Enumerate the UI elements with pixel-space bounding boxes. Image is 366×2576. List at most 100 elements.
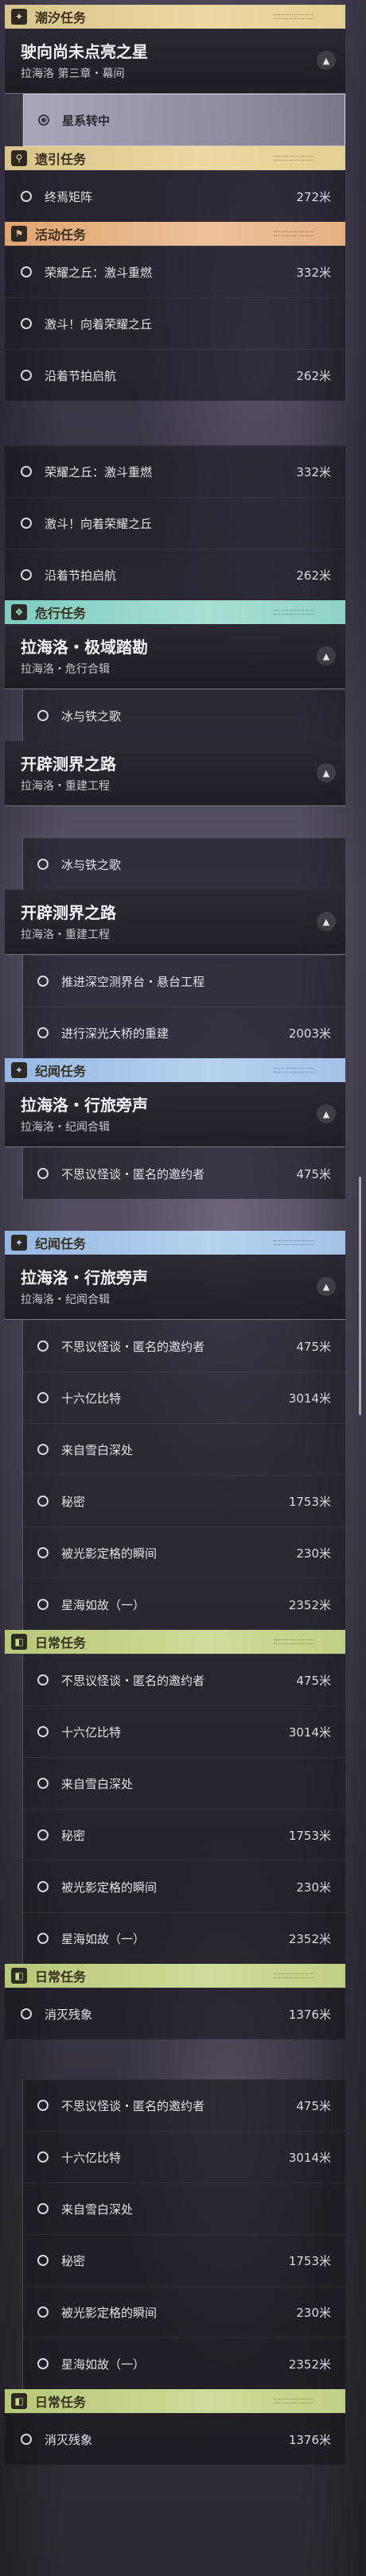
- quest-row[interactable]: 来自雪白深处: [23, 1757, 345, 1809]
- quest-group-header[interactable]: 拉海洛・行旅旁声 拉海洛・纪闻合辑 ▲: [5, 1082, 345, 1147]
- radio-icon: [38, 114, 49, 126]
- header-decoration: [274, 1973, 313, 1978]
- chevron-up-icon[interactable]: ▲: [317, 1277, 336, 1296]
- quest-name: 十六亿比特: [61, 1724, 122, 1740]
- chevron-up-icon[interactable]: ▲: [317, 51, 336, 70]
- quest-row[interactable]: 沿着节拍启航 262米: [5, 349, 345, 401]
- category-label: 日常任务: [35, 1969, 87, 1984]
- quest-group-header[interactable]: 开辟测界之路 拉海洛・重建工程 ▲: [5, 741, 345, 806]
- quest-list: 冰与铁之歌: [22, 838, 345, 890]
- quest-row[interactable]: 来自雪白深处: [23, 2182, 345, 2234]
- quest-list: 冰与铁之歌: [22, 689, 345, 741]
- quest-group-header[interactable]: 开辟测界之路 拉海洛・重建工程 ▲: [5, 890, 345, 955]
- quest-row[interactable]: 十六亿比特 3014米: [23, 1371, 345, 1423]
- radio-icon: [37, 2203, 49, 2214]
- quest-row[interactable]: 不思议怪谈・匿名的邀约者 475米: [23, 1654, 345, 1705]
- category-header[interactable]: ◧ 日常任务: [5, 2389, 345, 2413]
- category-header[interactable]: ✦ 纪闻任务: [5, 1058, 345, 1082]
- radio-icon: [37, 1726, 49, 1737]
- quest-name: 不思议怪谈・匿名的邀约者: [61, 1339, 205, 1354]
- quest-row[interactable]: 不思议怪谈・匿名的邀约者 475米: [23, 2079, 345, 2131]
- category-header[interactable]: ❖ 危行任务: [5, 600, 345, 624]
- category-label: 纪闻任务: [35, 1064, 87, 1079]
- quest-group-header[interactable]: 驶向尚未点亮之星 拉海洛 第三章・幕间 ▲: [5, 29, 345, 94]
- quest-name: 十六亿比特: [61, 2150, 122, 2165]
- radio-icon: [37, 1168, 49, 1179]
- quest-row[interactable]: 星海如故（一） 2352米: [23, 1578, 345, 1630]
- chevron-up-icon[interactable]: ▲: [317, 763, 336, 782]
- quest-list: 不思议怪谈・匿名的邀约者 475米: [22, 1147, 345, 1199]
- quest-row[interactable]: 十六亿比特 3014米: [23, 2131, 345, 2182]
- header-decoration: [274, 2399, 313, 2403]
- scrollbar[interactable]: [359, 1177, 361, 1415]
- radio-icon: [37, 1599, 49, 1610]
- radio-icon: [37, 1496, 49, 1507]
- radio-icon: [37, 2255, 49, 2266]
- quest-row[interactable]: 星海如故（一） 2352米: [23, 2337, 345, 2389]
- quest-group-title: 驶向尚未点亮之星: [21, 42, 148, 61]
- category-label: 日常任务: [35, 1635, 87, 1651]
- quest-row[interactable]: 秘密 1753米: [23, 2234, 345, 2286]
- category-header[interactable]: ⚑ 活动任务: [5, 222, 345, 246]
- quest-row[interactable]: 推进深空测界台・悬台工程: [23, 955, 345, 1007]
- quest-row[interactable]: 来自雪白深处: [23, 1423, 345, 1475]
- quest-name: 星海如故（一）: [61, 1597, 146, 1612]
- quest-row[interactable]: 荣耀之丘：激斗重燃 332米: [5, 445, 345, 497]
- chevron-up-icon[interactable]: ▲: [317, 1104, 336, 1123]
- quest-row[interactable]: 冰与铁之歌: [23, 838, 345, 890]
- radio-icon: [37, 1933, 49, 1944]
- quest-row[interactable]: 不思议怪谈・匿名的邀约者 475米: [23, 1147, 345, 1199]
- category-header[interactable]: ◧ 日常任务: [5, 1630, 345, 1654]
- quest-row[interactable]: 十六亿比特 3014米: [23, 1705, 345, 1757]
- quest-row[interactable]: 被光影定格的瞬间 230米: [23, 1527, 345, 1578]
- category-header[interactable]: ◧ 日常任务: [5, 1964, 345, 1988]
- quest-row[interactable]: 星海如故（一） 2352米: [23, 1912, 345, 1964]
- quest-row[interactable]: 沿着节拍启航 262米: [5, 549, 345, 600]
- quest-group-header[interactable]: 拉海洛・行旅旁声 拉海洛・纪闻合辑 ▲: [5, 1255, 345, 1320]
- quest-name: 星海如故（一）: [61, 2357, 146, 2372]
- radio-icon: [37, 976, 49, 987]
- radio-icon: [21, 370, 32, 381]
- category-header[interactable]: ⚲ 遗引任务: [5, 146, 345, 170]
- quest-row[interactable]: 冰与铁之歌: [23, 689, 345, 741]
- chevron-up-icon[interactable]: ▲: [317, 646, 336, 665]
- quest-row[interactable]: 激斗！向着荣耀之丘: [5, 297, 345, 349]
- quest-distance: 2003米: [288, 1026, 331, 1041]
- quest-distance: 1753米: [288, 2253, 331, 2268]
- quest-list: 不思议怪谈・匿名的邀约者 475米 十六亿比特 3014米 来自雪白深处 秘密 1753米被…: [22, 1654, 345, 1964]
- quest-name: 秘密: [61, 1828, 86, 1843]
- radio-icon: [37, 1778, 49, 1789]
- category-label: 纪闻任务: [35, 1236, 87, 1251]
- radio-icon: [37, 1340, 49, 1352]
- radio-icon: [21, 2008, 32, 2019]
- quest-row[interactable]: 终焉矩阵 272米: [5, 170, 345, 222]
- quest-row[interactable]: 进行深光大桥的重建 2003米: [23, 1007, 345, 1058]
- quest-row[interactable]: 星系转中: [23, 94, 345, 146]
- quest-row[interactable]: 不思议怪谈・匿名的邀约者 475米: [23, 1320, 345, 1371]
- quest-row[interactable]: 消灭残象 1376米: [5, 2413, 345, 2465]
- quest-group-header[interactable]: 拉海洛・极域踏勘 拉海洛・危行合辑 ▲: [5, 624, 345, 689]
- quest-row[interactable]: 秘密 1753米: [23, 1475, 345, 1527]
- category-header[interactable]: ✦ 纪闻任务: [5, 1231, 345, 1255]
- quest-name: 荣耀之丘：激斗重燃: [45, 265, 153, 280]
- radio-icon: [37, 2100, 49, 2111]
- quest-distance: 230米: [296, 2305, 331, 2320]
- header-decoration: [274, 1240, 313, 1245]
- quest-distance: 1376米: [288, 2432, 331, 2447]
- quest-row[interactable]: 被光影定格的瞬间 230米: [23, 1860, 345, 1912]
- category-label: 潮汐任务: [35, 10, 87, 25]
- quest-row[interactable]: 消灭残象 1376米: [5, 1988, 345, 2039]
- quest-distance: 475米: [296, 1166, 331, 1181]
- quest-name: 被光影定格的瞬间: [61, 2305, 158, 2320]
- quest-name: 进行深光大桥的重建: [61, 1026, 169, 1041]
- chevron-up-icon[interactable]: ▲: [317, 912, 336, 931]
- quest-row[interactable]: 被光影定格的瞬间 230米: [23, 2286, 345, 2337]
- category-header[interactable]: ✦ 潮汐任务: [5, 5, 345, 29]
- quest-row[interactable]: 秘密 1753米: [23, 1809, 345, 1860]
- radio-icon: [21, 518, 32, 529]
- quest-list: 推进深空测界台・悬台工程进行深光大桥的重建 2003米: [22, 955, 345, 1058]
- quest-row[interactable]: 荣耀之丘：激斗重燃 332米: [5, 246, 345, 297]
- quest-row[interactable]: 激斗！向着荣耀之丘: [5, 497, 345, 549]
